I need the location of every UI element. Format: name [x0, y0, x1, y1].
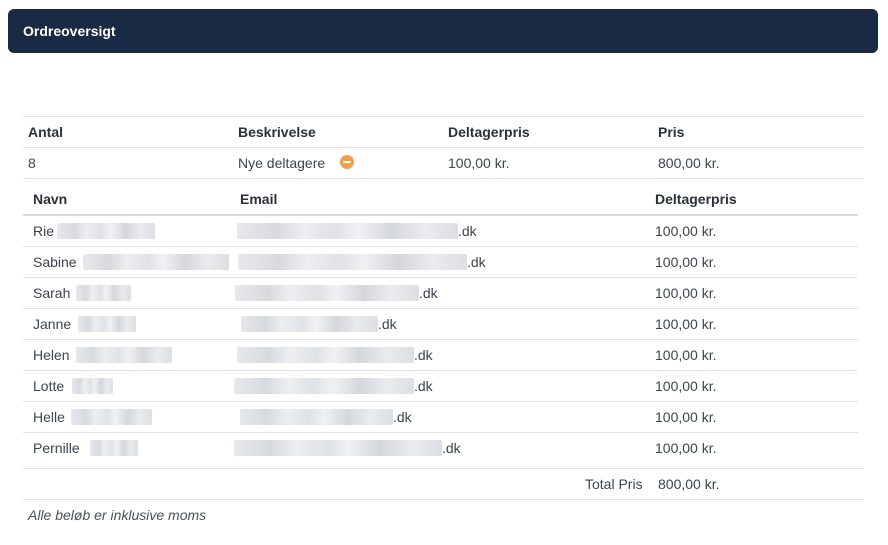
col-header-beskrivelse: Beskrivelse — [238, 124, 316, 140]
redacted-surname — [83, 254, 229, 270]
participant-name: Rie — [33, 223, 55, 239]
participant-price: 100,00 kr. — [655, 378, 717, 394]
participant-price: 100,00 kr. — [655, 409, 717, 425]
redacted-surname — [78, 316, 136, 332]
participant-name: Helen — [33, 347, 70, 363]
redacted-surname — [72, 378, 113, 394]
divider — [23, 277, 858, 278]
participant-name: Pernille — [33, 440, 80, 456]
col-header-deltagerpris: Deltagerpris — [448, 124, 530, 140]
participant-name: Sarah — [33, 285, 71, 301]
total-value: 800,00 kr. — [658, 476, 720, 492]
participant-name: Lotte — [33, 378, 65, 394]
redacted-surname — [90, 440, 138, 456]
redacted-surname — [57, 223, 155, 239]
remove-icon[interactable] — [340, 155, 354, 169]
divider — [23, 308, 858, 309]
participant-price: 100,00 kr. — [655, 254, 717, 270]
email-domain: .dk — [414, 347, 433, 363]
redacted-surname — [76, 285, 131, 301]
divider — [23, 370, 858, 371]
divider — [23, 468, 863, 469]
redacted-email — [234, 440, 442, 456]
redacted-email — [241, 316, 378, 332]
participant-name: Janne — [33, 316, 72, 332]
redacted-email — [237, 347, 414, 363]
redacted-surname — [71, 409, 152, 425]
email-domain: .dk — [419, 285, 438, 301]
redacted-email — [237, 223, 458, 239]
col-header-pris: Pris — [658, 124, 685, 140]
vat-note: Alle beløb er inklusive moms — [28, 507, 207, 523]
divider — [23, 401, 858, 402]
order-beskrivelse: Nye deltagere — [238, 155, 326, 171]
divider — [23, 246, 858, 247]
col-header-email: Email — [240, 191, 278, 207]
email-domain: .dk — [414, 378, 433, 394]
participant-price: 100,00 kr. — [655, 223, 717, 239]
divider — [23, 116, 863, 117]
participant-price: 100,00 kr. — [655, 316, 717, 332]
participant-price: 100,00 kr. — [655, 285, 717, 301]
redacted-email — [240, 409, 393, 425]
col-header-antal: Antal — [28, 124, 63, 140]
redacted-email — [238, 254, 467, 270]
participant-name: Sabine — [33, 254, 77, 270]
email-domain: .dk — [467, 254, 486, 270]
total-label: Total Pris — [585, 476, 643, 492]
email-domain: .dk — [458, 223, 477, 239]
email-domain: .dk — [393, 409, 412, 425]
divider — [23, 499, 863, 500]
order-pris: 800,00 kr. — [658, 155, 720, 171]
participant-price: 100,00 kr. — [655, 440, 717, 456]
participant-price: 100,00 kr. — [655, 347, 717, 363]
divider — [23, 147, 863, 148]
divider — [23, 339, 858, 340]
divider — [23, 178, 863, 179]
order-antal: 8 — [28, 155, 36, 171]
header-title: Ordreoversigt — [23, 23, 116, 39]
divider — [23, 432, 858, 433]
redacted-surname — [76, 347, 172, 363]
divider — [23, 214, 858, 216]
order-overview-header: Ordreoversigt — [8, 9, 878, 53]
col-header-navn: Navn — [33, 191, 68, 207]
participant-name: Helle — [33, 409, 65, 425]
email-domain: .dk — [442, 440, 461, 456]
redacted-email — [234, 378, 414, 394]
email-domain: .dk — [378, 316, 397, 332]
redacted-email — [235, 285, 419, 301]
order-deltagerpris: 100,00 kr. — [448, 155, 510, 171]
col-header-participant-price: Deltagerpris — [655, 191, 737, 207]
